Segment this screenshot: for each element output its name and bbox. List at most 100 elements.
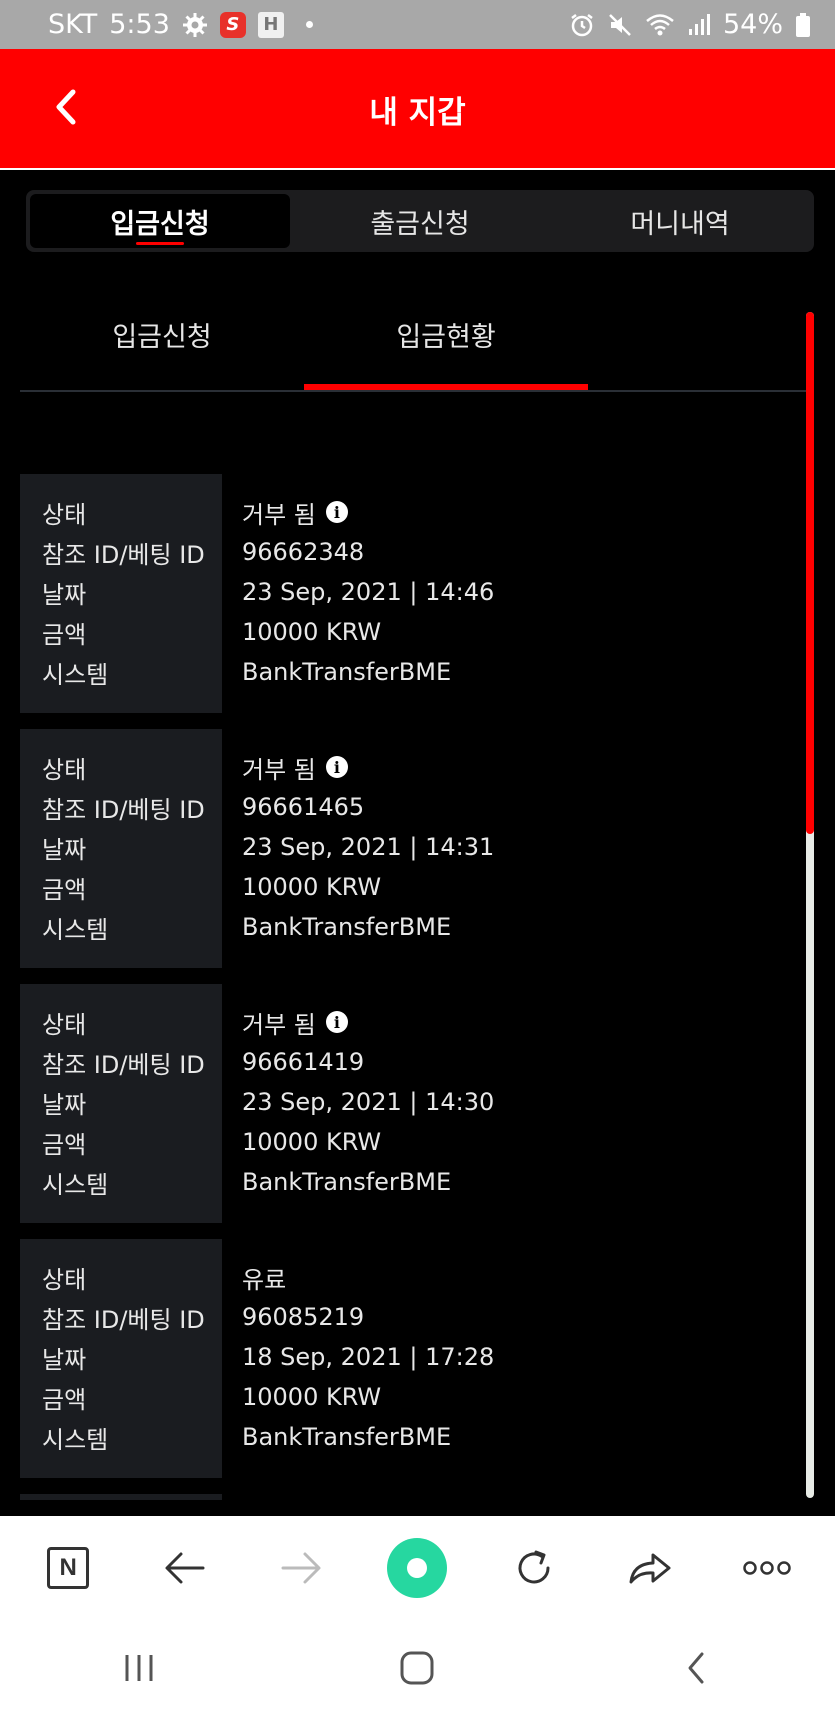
deposit-record: 상태 거부 됨 i 참조 ID/베팅 ID 96661419 날짜 23 Sep,…: [20, 984, 800, 1223]
browser-back-button[interactable]: [149, 1532, 221, 1604]
more-icon: [742, 1561, 791, 1575]
system-label: 시스템: [42, 1170, 109, 1199]
share-icon: [629, 1553, 671, 1584]
clock-time: 5:53: [109, 9, 170, 40]
scrollbar-thumb[interactable]: [806, 312, 814, 834]
deposit-records-list: 상태 거부 됨 i 참조 ID/베팅 ID 96662348 날짜 23 Sep,…: [20, 474, 800, 1494]
home-button[interactable]: [377, 1638, 457, 1698]
subtab-deposit-status[interactable]: 입금현황: [304, 300, 588, 390]
status-value: 유료: [242, 1265, 287, 1294]
status-value: 거부 됨: [242, 1010, 316, 1039]
notification-dot-icon: [305, 21, 313, 28]
page-title: 내 지갑: [369, 95, 466, 131]
tab-deposit-request[interactable]: 입금신청: [30, 194, 290, 248]
ref-id-label: 참조 ID/베팅 ID: [42, 795, 205, 824]
date-label: 날짜: [42, 835, 87, 864]
app-header: 내 지갑: [0, 49, 835, 170]
record-row-status: 상태 거부 됨 i: [20, 745, 800, 789]
naver-home-button[interactable]: N: [32, 1532, 104, 1604]
browser-share-button[interactable]: [614, 1532, 686, 1604]
date-label: 날짜: [42, 580, 87, 609]
refresh-icon: [518, 1550, 550, 1584]
chevron-left-icon: [688, 1652, 704, 1684]
status-bar-right: 54%: [569, 9, 811, 40]
record-row-amount: 금액 10000 KRW: [20, 610, 800, 654]
system-value: BankTransferBME: [242, 1423, 452, 1451]
recent-apps-button[interactable]: [99, 1638, 179, 1698]
date-value: 18 Sep, 2021 | 17:28: [242, 1343, 495, 1371]
forward-arrow-icon: [281, 1552, 321, 1584]
date-value: 23 Sep, 2021 | 14:31: [242, 833, 495, 861]
status-bar: SKT 5:53 S H 54%: [0, 0, 835, 49]
record-row-date: 날짜 23 Sep, 2021 | 14:31: [20, 825, 800, 869]
record-row-status: 상태 유료: [20, 1255, 800, 1299]
active-tab-indicator: [136, 242, 184, 245]
ref-id-label: 참조 ID/베팅 ID: [42, 540, 205, 569]
tab-label: 출금신청: [370, 208, 470, 240]
browser-forward-button[interactable]: [265, 1532, 337, 1604]
record-row-ref: 참조 ID/베팅 ID 96085219: [20, 1295, 800, 1339]
info-icon[interactable]: i: [325, 1011, 348, 1033]
record-row-date: 날짜 23 Sep, 2021 | 14:46: [20, 570, 800, 614]
browser-toolbar: N: [0, 1516, 835, 1620]
back-button[interactable]: [36, 77, 96, 137]
ref-id-label: 참조 ID/베팅 ID: [42, 1305, 205, 1334]
tab-withdraw-request[interactable]: 출금신청: [290, 194, 550, 248]
chevron-left-icon: [56, 89, 76, 125]
alarm-icon: [569, 12, 595, 38]
browser-home-button[interactable]: [381, 1532, 453, 1604]
battery-percent: 54%: [722, 9, 783, 40]
battery-icon: [795, 12, 811, 38]
amount-value: 10000 KRW: [242, 1128, 382, 1156]
record-row-amount: 금액 10000 KRW: [20, 1120, 800, 1164]
date-label: 날짜: [42, 1345, 87, 1374]
deposit-sub-tabs: 입금신청 입금현황: [20, 300, 806, 392]
browser-more-button[interactable]: [731, 1532, 803, 1604]
status-label: 상태: [42, 1265, 87, 1294]
amount-value: 10000 KRW: [242, 1383, 382, 1411]
wallet-segment-tabs: 입금신청 출금신청 머니내역: [26, 190, 814, 252]
record-row-date: 날짜 23 Sep, 2021 | 14:30: [20, 1080, 800, 1124]
status-bar-left: SKT 5:53 S H: [48, 9, 313, 40]
system-navigation-bar: [0, 1620, 835, 1716]
date-value: 23 Sep, 2021 | 14:30: [242, 1088, 495, 1116]
settings-gear-icon: [182, 12, 208, 38]
system-label: 시스템: [42, 1425, 109, 1454]
status-label: 상태: [42, 500, 87, 529]
info-icon[interactable]: i: [325, 501, 348, 523]
status-value: 거부 됨: [242, 500, 316, 529]
record-row-status: 상태 거부 됨 i: [20, 1000, 800, 1044]
info-icon[interactable]: i: [325, 756, 348, 778]
back-arrow-icon: [165, 1552, 205, 1584]
subtab-label: 입금신청: [112, 321, 212, 353]
status-label: 상태: [42, 1010, 87, 1039]
signal-icon: [687, 12, 711, 38]
subtab-deposit-request[interactable]: 입금신청: [20, 300, 304, 368]
browser-refresh-button[interactable]: [498, 1532, 570, 1604]
subtab-label: 입금현황: [396, 321, 496, 353]
record-row-amount: 금액 10000 KRW: [20, 865, 800, 909]
system-back-button[interactable]: [656, 1638, 736, 1698]
amount-value: 10000 KRW: [242, 618, 382, 646]
next-record-peek: [20, 1494, 222, 1500]
scrollbar-track[interactable]: [806, 312, 814, 1498]
date-value: 23 Sep, 2021 | 14:46: [242, 578, 495, 606]
record-row-ref: 참조 ID/베팅 ID 96661465: [20, 785, 800, 829]
tab-money-history[interactable]: 머니내역: [550, 194, 810, 248]
ref-id-value: 96661419: [242, 1048, 365, 1076]
record-row-date: 날짜 18 Sep, 2021 | 17:28: [20, 1335, 800, 1379]
amount-label: 금액: [42, 875, 87, 904]
system-value: BankTransferBME: [242, 913, 452, 941]
deposit-record: 상태 거부 됨 i 참조 ID/베팅 ID 96662348 날짜 23 Sep,…: [20, 474, 800, 713]
status-value: 거부 됨: [242, 755, 316, 784]
app-s-icon: S: [219, 11, 246, 38]
home-square-icon: [400, 1651, 434, 1685]
amount-label: 금액: [42, 620, 87, 649]
wifi-icon: [645, 12, 675, 38]
amount-label: 금액: [42, 1130, 87, 1159]
amount-value: 10000 KRW: [242, 873, 382, 901]
record-row-amount: 금액 10000 KRW: [20, 1375, 800, 1419]
record-row-status: 상태 거부 됨 i: [20, 490, 800, 534]
carrier-label: SKT: [48, 9, 98, 40]
recent-apps-icon: [125, 1655, 153, 1681]
